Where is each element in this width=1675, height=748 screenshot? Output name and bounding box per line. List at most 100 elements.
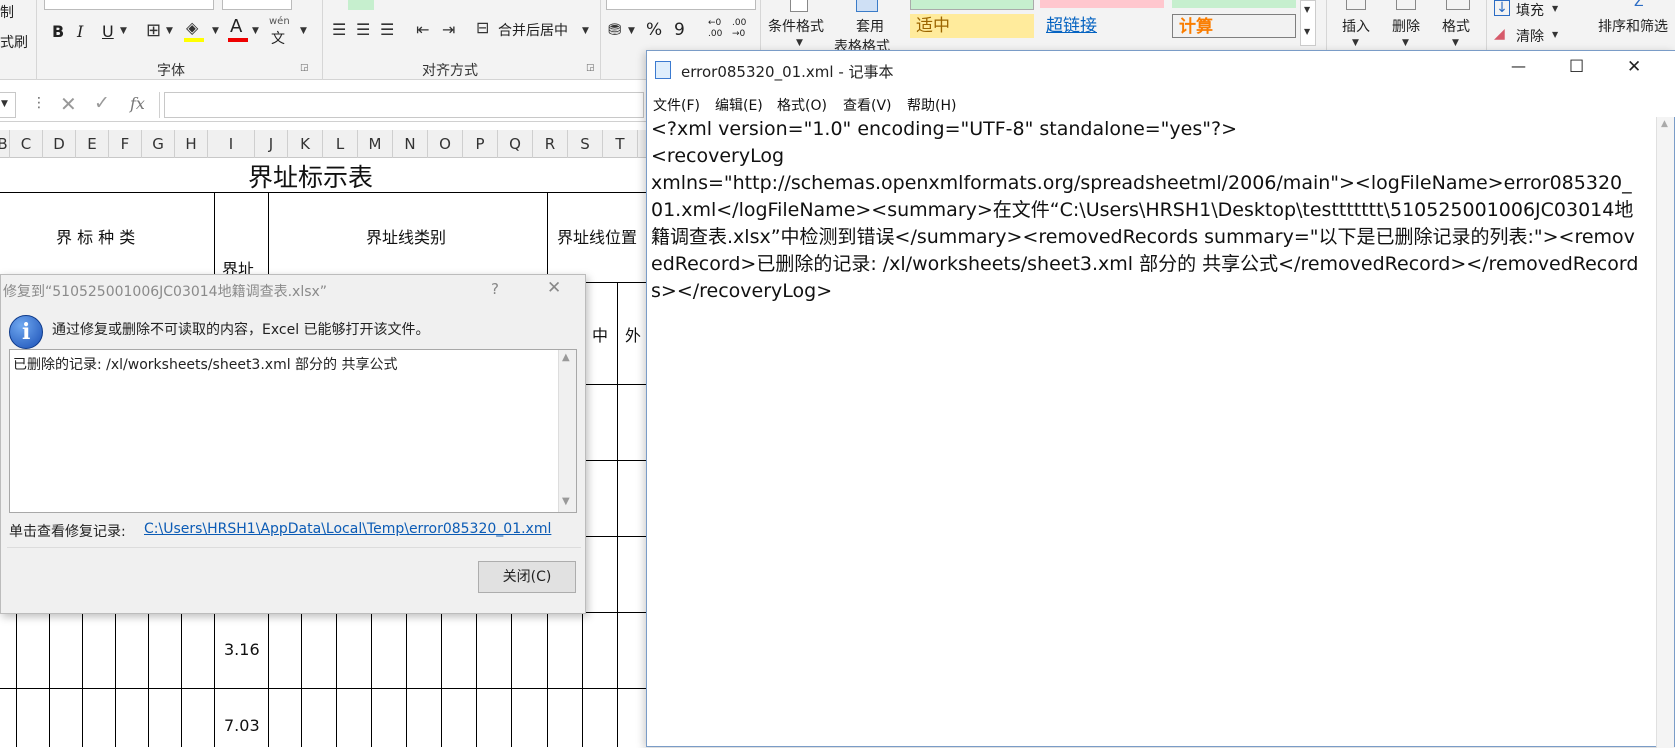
position-outer[interactable]: 外 — [625, 322, 641, 346]
decrease-indent-icon[interactable]: ⇤ — [416, 20, 429, 39]
position-middle[interactable]: 中 — [592, 322, 608, 346]
chevron-down-icon[interactable]: ▼ — [120, 26, 127, 36]
scroll-down-icon[interactable]: ▼ — [562, 496, 570, 507]
column-header-f[interactable]: F — [109, 130, 142, 158]
bold-button[interactable]: B — [52, 22, 64, 41]
column-header-b[interactable]: B — [0, 130, 10, 158]
sheet-title[interactable]: 界址标示表 — [248, 158, 373, 194]
chevron-down-icon[interactable]: ▼ — [300, 26, 307, 36]
border-icon[interactable]: ⊞ — [146, 20, 161, 41]
currency-icon[interactable]: ⛃ — [608, 20, 621, 39]
details-textbox[interactable]: 已删除的记录: /xl/worksheets/sheet3.xml 部分的 共享… — [9, 349, 577, 513]
menu-help[interactable]: 帮助(H) — [907, 95, 956, 115]
column-header-q[interactable]: Q — [498, 130, 533, 158]
insert-function-button[interactable]: fx — [130, 94, 145, 113]
decrease-decimal-button[interactable]: .00 →0 — [732, 18, 752, 40]
notepad-text-area[interactable]: <?xml version="1.0" encoding="UTF-8" sta… — [651, 116, 1641, 305]
column-header-c[interactable]: C — [10, 130, 43, 158]
align-right-icon[interactable]: ☰ — [380, 20, 394, 39]
column-header-j[interactable]: J — [255, 130, 288, 158]
sort-filter-button[interactable]: Z 排序和筛选 — [1598, 0, 1675, 40]
grid-line — [406, 612, 407, 747]
increase-decimal-button[interactable]: ←0 .00 — [708, 18, 726, 40]
header-marker-type[interactable]: 界 标 种 类 — [56, 224, 135, 248]
header-line-type[interactable]: 界址线类别 — [366, 224, 446, 248]
enter-icon[interactable]: ✓ — [94, 92, 110, 114]
notepad-titlebar[interactable]: error085320_01.xml - 记事本 — ☐ ✕ — [647, 51, 1675, 91]
column-header-m[interactable]: M — [358, 130, 393, 158]
merge-center-button[interactable]: ⊟ 合并后居中 — [474, 18, 592, 44]
fill-color-button[interactable]: ◈ — [180, 16, 210, 42]
column-header-k[interactable]: K — [288, 130, 323, 158]
dialog-launcher-icon[interactable]: ◲ — [586, 63, 595, 73]
style-neutral-cell[interactable]: 适中 — [910, 14, 1034, 38]
column-header-d[interactable]: D — [43, 130, 76, 158]
distance-cell[interactable]: 3.16 — [224, 640, 260, 659]
dialog-close-icon[interactable]: ✕ — [547, 278, 561, 298]
chevron-down-icon[interactable]: ▼ — [582, 26, 589, 36]
header-line-position[interactable]: 界址线位置 — [557, 224, 637, 248]
details-scrollbar[interactable]: ▲ ▼ — [558, 350, 576, 512]
menu-format[interactable]: 格式(O) — [777, 95, 827, 115]
maximize-icon[interactable]: ☐ — [1569, 57, 1584, 77]
column-header-l[interactable]: L — [323, 130, 358, 158]
close-button[interactable]: 关闭(C) — [478, 561, 576, 593]
style-good2-cell[interactable] — [1172, 0, 1296, 8]
style-bad-cell[interactable] — [1040, 0, 1164, 8]
font-name-box[interactable] — [44, 0, 214, 10]
notepad-scrollbar[interactable]: ▲ — [1656, 117, 1674, 748]
grid-line — [0, 688, 214, 689]
underline-button[interactable]: U — [102, 22, 114, 41]
style-good-cell[interactable] — [910, 0, 1034, 10]
close-icon[interactable]: ✕ — [1627, 57, 1641, 77]
comma-button[interactable]: 9 — [674, 20, 685, 40]
minimize-icon[interactable]: — — [1511, 57, 1526, 75]
scroll-up-icon[interactable]: ▲ — [562, 352, 570, 363]
column-header-o[interactable]: O — [428, 130, 463, 158]
percent-button[interactable]: % — [646, 20, 662, 40]
cancel-icon[interactable]: ✕ — [60, 92, 77, 116]
repair-log-link[interactable]: C:\Users\HRSH1\AppData\Local\Temp\error0… — [144, 521, 551, 537]
format-painter-label[interactable]: 式刷 — [0, 32, 28, 52]
dialog-titlebar[interactable]: 修复到“510525001006JC03014地籍调查表.xlsx” ? ✕ — [1, 275, 587, 305]
phonetic-guide-button[interactable]: wén 文 — [266, 16, 300, 47]
chevron-down-icon[interactable]: ▼ — [628, 26, 635, 36]
chevron-down-icon[interactable]: ▼ — [252, 26, 259, 36]
font-color-button[interactable]: A — [226, 16, 250, 42]
column-header-s[interactable]: S — [568, 130, 603, 158]
style-hyperlink-cell[interactable]: 超链接 — [1040, 14, 1164, 38]
column-header-i[interactable]: I — [208, 130, 255, 158]
distance-cell[interactable]: 7.03 — [224, 716, 260, 735]
styles-gallery-scroll[interactable]: ▼ ▼ — [1300, 0, 1316, 46]
clear-button[interactable]: ◢ 清除 ▼ — [1494, 26, 1570, 48]
number-format-box[interactable] — [606, 0, 756, 10]
font-size-box[interactable] — [222, 0, 292, 10]
name-box[interactable]: ▼ — [0, 92, 16, 118]
details-text: 已删除的记录: /xl/worksheets/sheet3.xml 部分的 共享… — [13, 357, 398, 373]
column-header-n[interactable]: N — [393, 130, 428, 158]
chevron-down-icon[interactable]: ▼ — [212, 26, 219, 36]
italic-button[interactable]: I — [77, 22, 83, 41]
column-header-e[interactable]: E — [76, 130, 109, 158]
format-painter-label-top[interactable]: 制 — [0, 2, 14, 22]
column-header-g[interactable]: G — [142, 130, 175, 158]
column-header-t[interactable]: T — [603, 130, 638, 158]
increase-indent-icon[interactable]: ⇥ — [442, 20, 455, 39]
column-header-r[interactable]: R — [533, 130, 568, 158]
scroll-up-icon[interactable]: ▲ — [1661, 119, 1668, 129]
menu-view[interactable]: 查看(V) — [843, 95, 892, 115]
help-button[interactable]: ? — [491, 280, 499, 298]
menu-file[interactable]: 文件(F) — [653, 95, 700, 115]
formula-input[interactable] — [164, 92, 644, 118]
dialog-launcher-icon[interactable]: ◲ — [300, 63, 309, 73]
clear-label: 清除 — [1516, 29, 1544, 45]
menu-edit[interactable]: 编辑(E) — [715, 95, 763, 115]
align-center-icon[interactable]: ☰ — [356, 20, 370, 39]
fill-button[interactable]: ↓ 填充 ▼ — [1494, 0, 1570, 22]
column-header-p[interactable]: P — [463, 130, 498, 158]
chevron-down-icon[interactable]: ▼ — [166, 26, 173, 36]
grid-line — [476, 612, 477, 747]
column-header-h[interactable]: H — [175, 130, 208, 158]
style-calculation-cell[interactable]: 计算 — [1172, 14, 1296, 38]
align-left-icon[interactable]: ☰ — [332, 20, 346, 39]
